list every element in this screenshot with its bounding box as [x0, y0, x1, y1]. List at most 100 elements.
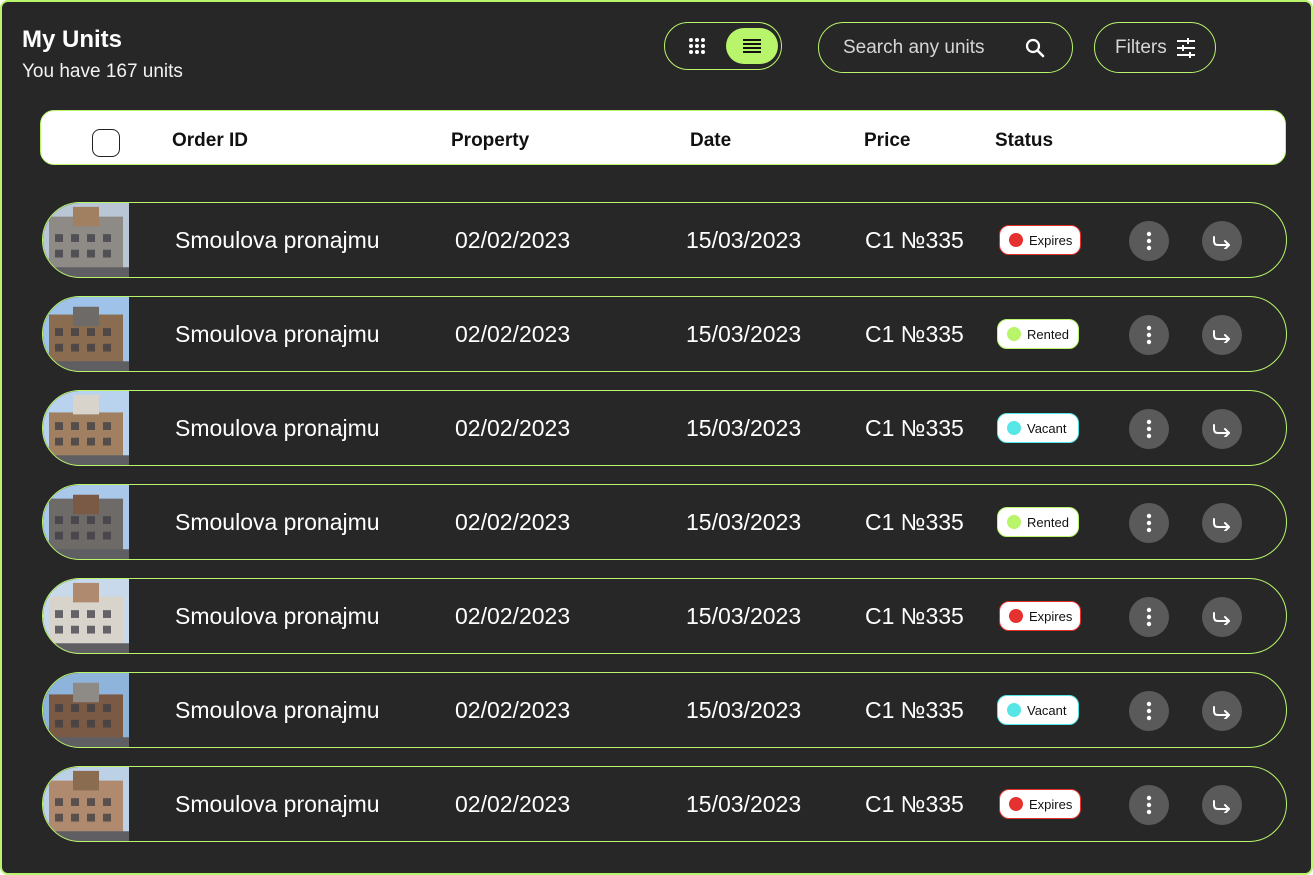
- column-header-date[interactable]: Date: [690, 130, 731, 152]
- more-button[interactable]: [1129, 503, 1169, 543]
- table-header: Order ID Property Date Price Status: [40, 110, 1286, 165]
- share-button[interactable]: [1202, 691, 1242, 731]
- more-button[interactable]: [1129, 691, 1169, 731]
- share-arrow-icon: [1213, 612, 1230, 625]
- date: 15/03/2023: [686, 415, 802, 441]
- status-label: Expires: [1029, 232, 1073, 248]
- share-button[interactable]: [1202, 785, 1242, 825]
- filters-button[interactable]: Filters: [1094, 22, 1216, 73]
- price: C1 №335: [865, 509, 964, 535]
- sliders-icon: [1177, 38, 1195, 58]
- property-name: Smoulova pronajmu: [175, 509, 380, 535]
- order-date: 02/02/2023: [455, 321, 571, 347]
- property-thumbnail: [43, 391, 129, 465]
- date: 15/03/2023: [686, 509, 802, 535]
- view-toggle: [664, 22, 782, 70]
- search-bar: [818, 22, 1073, 73]
- more-button[interactable]: [1129, 597, 1169, 637]
- column-header-order-id[interactable]: Order ID: [172, 130, 248, 152]
- property-thumbnail: [43, 767, 129, 841]
- status-label: Rented: [1027, 514, 1069, 530]
- order-date: 02/02/2023: [455, 509, 571, 535]
- more-vertical-icon: [1146, 795, 1152, 815]
- column-header-price[interactable]: Price: [864, 130, 910, 152]
- status-badge: Vacant: [997, 413, 1079, 443]
- share-arrow-icon: [1213, 236, 1230, 249]
- status-dot: [1009, 233, 1023, 247]
- price: C1 №335: [865, 791, 964, 817]
- status-dot: [1009, 797, 1023, 811]
- share-button[interactable]: [1202, 597, 1242, 637]
- price: C1 №335: [865, 227, 964, 253]
- column-header-status[interactable]: Status: [995, 130, 1053, 152]
- status-label: Vacant: [1027, 420, 1067, 436]
- table-row[interactable]: Smoulova pronajmu 02/02/2023 15/03/2023 …: [42, 484, 1287, 560]
- order-date: 02/02/2023: [455, 415, 571, 441]
- units-panel: My Units You have 167 units Search any u…: [0, 0, 1313, 875]
- status-dot: [1007, 421, 1021, 435]
- price: C1 №335: [865, 415, 964, 441]
- grid-view-button[interactable]: [671, 28, 723, 64]
- column-header-property[interactable]: Property: [451, 130, 529, 152]
- status-badge: Expires: [999, 789, 1081, 819]
- select-all-checkbox[interactable]: [92, 129, 120, 157]
- date: 15/03/2023: [686, 697, 802, 723]
- units-count: You have 167 units: [22, 61, 183, 82]
- table-row[interactable]: Smoulova pronajmu 02/02/2023 15/03/2023 …: [42, 672, 1287, 748]
- price: C1 №335: [865, 603, 964, 629]
- property-thumbnail: [43, 485, 129, 559]
- list-view-button[interactable]: [726, 28, 778, 64]
- more-vertical-icon: [1146, 325, 1152, 345]
- share-button[interactable]: [1202, 409, 1242, 449]
- status-label: Expires: [1029, 608, 1073, 624]
- price: C1 №335: [865, 697, 964, 723]
- order-date: 02/02/2023: [455, 227, 571, 253]
- more-vertical-icon: [1146, 231, 1152, 251]
- status-label: Vacant: [1027, 702, 1067, 718]
- status-badge: Expires: [999, 601, 1081, 631]
- property-name: Smoulova pronajmu: [175, 415, 380, 441]
- property-name: Smoulova pronajmu: [175, 603, 380, 629]
- property-name: Smoulova pronajmu: [175, 697, 380, 723]
- property-thumbnail: [43, 673, 129, 747]
- table-row[interactable]: Smoulova pronajmu 02/02/2023 15/03/2023 …: [42, 202, 1287, 278]
- status-dot: [1007, 515, 1021, 529]
- filters-label: Filters: [1115, 36, 1167, 58]
- table-row[interactable]: Smoulova pronajmu 02/02/2023 15/03/2023 …: [42, 296, 1287, 372]
- share-arrow-icon: [1213, 706, 1230, 719]
- property-name: Smoulova pronajmu: [175, 227, 380, 253]
- more-button[interactable]: [1129, 221, 1169, 261]
- price: C1 №335: [865, 321, 964, 347]
- share-button[interactable]: [1202, 503, 1242, 543]
- share-arrow-icon: [1213, 800, 1230, 813]
- search-icon[interactable]: [1024, 37, 1046, 59]
- order-date: 02/02/2023: [455, 697, 571, 723]
- status-dot: [1007, 703, 1021, 717]
- share-button[interactable]: [1202, 315, 1242, 355]
- share-button[interactable]: [1202, 221, 1242, 261]
- status-label: Rented: [1027, 326, 1069, 342]
- status-label: Expires: [1029, 796, 1073, 812]
- list-icon: [743, 39, 761, 53]
- table-row[interactable]: Smoulova pronajmu 02/02/2023 15/03/2023 …: [42, 578, 1287, 654]
- more-button[interactable]: [1129, 315, 1169, 355]
- property-thumbnail: [43, 579, 129, 653]
- more-vertical-icon: [1146, 607, 1152, 627]
- table-row[interactable]: Smoulova pronajmu 02/02/2023 15/03/2023 …: [42, 390, 1287, 466]
- share-arrow-icon: [1213, 424, 1230, 437]
- property-thumbnail: [43, 297, 129, 371]
- more-button[interactable]: [1129, 785, 1169, 825]
- order-date: 02/02/2023: [455, 791, 571, 817]
- status-dot: [1009, 609, 1023, 623]
- property-name: Smoulova pronajmu: [175, 321, 380, 347]
- date: 15/03/2023: [686, 603, 802, 629]
- search-input[interactable]: [841, 35, 1025, 60]
- more-button[interactable]: [1129, 409, 1169, 449]
- date: 15/03/2023: [686, 791, 802, 817]
- date: 15/03/2023: [686, 321, 802, 347]
- table-row[interactable]: Smoulova pronajmu 02/02/2023 15/03/2023 …: [42, 766, 1287, 842]
- status-badge: Expires: [999, 225, 1081, 255]
- property-thumbnail: [43, 203, 129, 277]
- more-vertical-icon: [1146, 701, 1152, 721]
- page-title: My Units: [22, 26, 123, 53]
